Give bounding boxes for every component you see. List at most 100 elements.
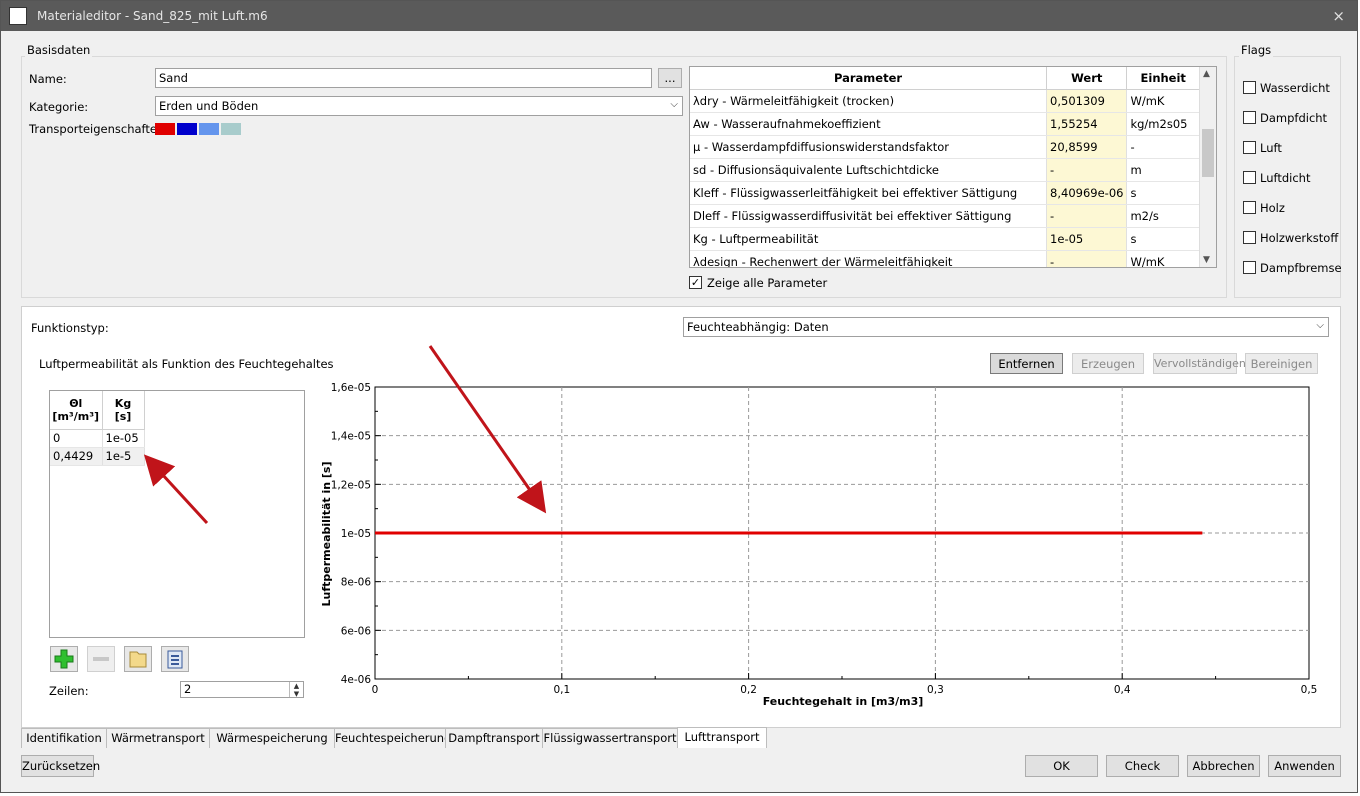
flag-checkbox-holzwerkstoff[interactable]	[1243, 231, 1256, 244]
flags-legend: Flags	[1239, 43, 1274, 57]
parameter-unit: kg/m2s05	[1126, 112, 1200, 136]
tab-feuchtespeicherung[interactable]: Feuchtespeicherung	[334, 728, 451, 748]
theta-cell[interactable]: 0	[50, 429, 103, 448]
theta-cell[interactable]: 0,4429	[50, 447, 103, 466]
chart-y-tick-label: 1,6e-05	[331, 382, 371, 394]
col-header-kg-unit: [s]	[114, 409, 132, 423]
open-file-button[interactable]	[124, 646, 152, 672]
flag-checkbox-luftdicht[interactable]	[1243, 171, 1256, 184]
parameter-name: Kleff - Flüssigwasserleitfähigkeit bei e…	[690, 181, 1048, 205]
parameter-value[interactable]: 8,40969e-06	[1046, 181, 1128, 205]
flag-checkbox-dampfbremse[interactable]	[1243, 261, 1256, 274]
kg-cell[interactable]: 1e-05	[102, 429, 145, 448]
parameter-value[interactable]: 1e-05	[1046, 227, 1128, 251]
col-header-wert[interactable]: Wert	[1046, 67, 1128, 90]
chart-y-axis-label: Luftpermeabilität in [s]	[320, 462, 333, 607]
erzeugen-button[interactable]: Erzeugen	[1072, 353, 1144, 374]
parameter-row[interactable]: Dleff - Flüssigwasserdiffusivität bei ef…	[690, 204, 1200, 228]
parameter-name: λdesign - Rechenwert der Wärmeleitfähigk…	[690, 250, 1048, 267]
name-browse-button[interactable]: ...	[658, 68, 682, 88]
apply-button[interactable]: Anwenden	[1268, 755, 1341, 777]
scroll-down-icon[interactable]: ▼	[1203, 255, 1210, 265]
reset-button[interactable]: Zurücksetzen	[21, 755, 100, 777]
scroll-thumb[interactable]	[1202, 129, 1214, 177]
col-header-theta[interactable]: Θl [m³/m³]	[50, 391, 103, 430]
col-header-kg-name: Kg	[114, 396, 132, 410]
tab-lufttransport[interactable]: Lufttransport	[677, 727, 767, 748]
chart-y-tick-label: 4e-06	[341, 674, 372, 686]
chevron-down-icon: ⌵	[670, 99, 678, 110]
tab-wärmespeicherung[interactable]: Wärmespeicherung	[209, 728, 335, 748]
parameter-unit: m2/s	[1126, 204, 1200, 228]
funktionstyp-value: Feuchteabhängig: Daten	[687, 320, 829, 334]
transport-swatch-vapour	[199, 123, 219, 135]
show-all-params-checkbox[interactable]: ✓	[689, 276, 702, 289]
parameter-table-scrollbar[interactable]: ▲ ▼	[1199, 67, 1216, 267]
col-header-theta-unit: [m³/m³]	[52, 409, 100, 423]
zeilen-label: Zeilen:	[49, 684, 89, 698]
parameter-value[interactable]: -	[1046, 158, 1128, 182]
kategorie-select[interactable]: Erden und Böden ⌵	[155, 96, 683, 116]
flag-label: Luft	[1260, 141, 1282, 155]
parameter-row[interactable]: μ - Wasserdampfdiffusionswiderstandsfakt…	[690, 135, 1200, 159]
flag-checkbox-luft[interactable]	[1243, 141, 1256, 154]
tab-flüssigwassertransport[interactable]: Flüssigwassertransport	[542, 728, 678, 748]
kategorie-label: Kategorie:	[29, 100, 89, 114]
parameter-value[interactable]: 1,55254	[1046, 112, 1128, 136]
close-icon[interactable]: ×	[1332, 7, 1345, 25]
parameter-row[interactable]: λdesign - Rechenwert der Wärmeleitfähigk…	[690, 250, 1200, 267]
parameter-row[interactable]: Kleff - Flüssigwasserleitfähigkeit bei e…	[690, 181, 1200, 205]
parameter-unit: s	[1126, 227, 1200, 251]
flag-label: Holzwerkstoff	[1260, 231, 1339, 245]
bereinigen-button[interactable]: Bereinigen	[1245, 353, 1318, 374]
kg-cell[interactable]: 1e-5	[102, 447, 145, 466]
parameter-table[interactable]: Parameter Wert Einheit λdry - Wärmeleitf…	[689, 66, 1217, 268]
parameter-value[interactable]: -	[1046, 204, 1128, 228]
flag-checkbox-wasserdicht[interactable]	[1243, 81, 1256, 94]
zeilen-spinbox[interactable]: 2 ▲ ▼	[180, 681, 304, 698]
parameter-value[interactable]: -	[1046, 250, 1128, 267]
function-table-row[interactable]: 0,4429 1e-5	[50, 447, 145, 466]
tab-wärmetransport[interactable]: Wärmetransport	[106, 728, 210, 748]
transport-label: Transporteigenschaften:	[29, 122, 169, 136]
funktionstyp-select[interactable]: Feuchteabhängig: Daten ⌵	[683, 317, 1329, 337]
flag-checkbox-holz[interactable]	[1243, 201, 1256, 214]
function-data-table[interactable]: Θl [m³/m³] Kg [s] 0 1e-05 0,4429 1e-5	[49, 390, 305, 638]
folder-icon	[129, 651, 147, 668]
parameter-row[interactable]: Aw - Wasseraufnahmekoeffizient 1,55254 kg/…	[690, 112, 1200, 136]
parameter-row[interactable]: λdry - Wärmeleitfähigkeit (trocken) 0,501…	[690, 89, 1200, 113]
parameter-value[interactable]: 0,501309	[1046, 89, 1128, 113]
parameter-row[interactable]: Kg - Luftpermeabilität 1e-05 s	[690, 227, 1200, 251]
flag-label: Dampfdicht	[1260, 111, 1328, 125]
paste-table-button[interactable]	[161, 646, 189, 672]
tab-dampftransport[interactable]: Dampftransport	[445, 728, 543, 748]
check-button[interactable]: Check	[1106, 755, 1179, 777]
parameter-unit: W/mK	[1126, 89, 1200, 113]
ok-button[interactable]: OK	[1025, 755, 1098, 777]
parameter-name: Aw - Wasseraufnahmekoeffizient	[690, 112, 1048, 136]
function-subtitle: Luftpermeabilität als Funktion des Feuch…	[39, 357, 334, 371]
parameter-row[interactable]: sd - Diffusionsäquivalente Luftschichtdi…	[690, 158, 1200, 182]
parameter-value[interactable]: 20,8599	[1046, 135, 1128, 159]
function-table-row[interactable]: 0 1e-05	[50, 429, 145, 448]
parameter-unit: m	[1126, 158, 1200, 182]
spin-arrows-icon[interactable]: ▲ ▼	[289, 682, 303, 697]
col-header-kg[interactable]: Kg [s]	[102, 391, 145, 430]
col-header-einheit[interactable]: Einheit	[1126, 67, 1200, 90]
add-row-button[interactable]	[50, 646, 78, 672]
tab-identifikation[interactable]: Identifikation	[21, 728, 107, 748]
name-input[interactable]: Sand	[155, 68, 652, 88]
vervollstaendigen-button[interactable]: Vervollständigen	[1153, 353, 1246, 374]
luftpermeabilitaet-chart: 0 0,1 0,2 0,3 0,4 0,5 4e-06 6e-06 8e-06 1e-05 1,2…	[317, 379, 1317, 709]
transport-swatch-moisture	[177, 123, 197, 135]
show-all-params-label: Zeige alle Parameter	[707, 276, 828, 290]
col-header-parameter[interactable]: Parameter	[690, 67, 1048, 90]
flag-label: Wasserdicht	[1260, 81, 1330, 95]
flag-checkbox-dampfdicht[interactable]	[1243, 111, 1256, 124]
scroll-up-icon[interactable]: ▲	[1203, 69, 1210, 79]
chart-x-tick-label: 0,1	[553, 684, 570, 696]
entfernen-button[interactable]: Entfernen	[990, 353, 1063, 374]
cancel-button[interactable]: Abbrechen	[1187, 755, 1260, 777]
flag-label: Luftdicht	[1260, 171, 1311, 185]
remove-row-button[interactable]	[87, 646, 115, 672]
